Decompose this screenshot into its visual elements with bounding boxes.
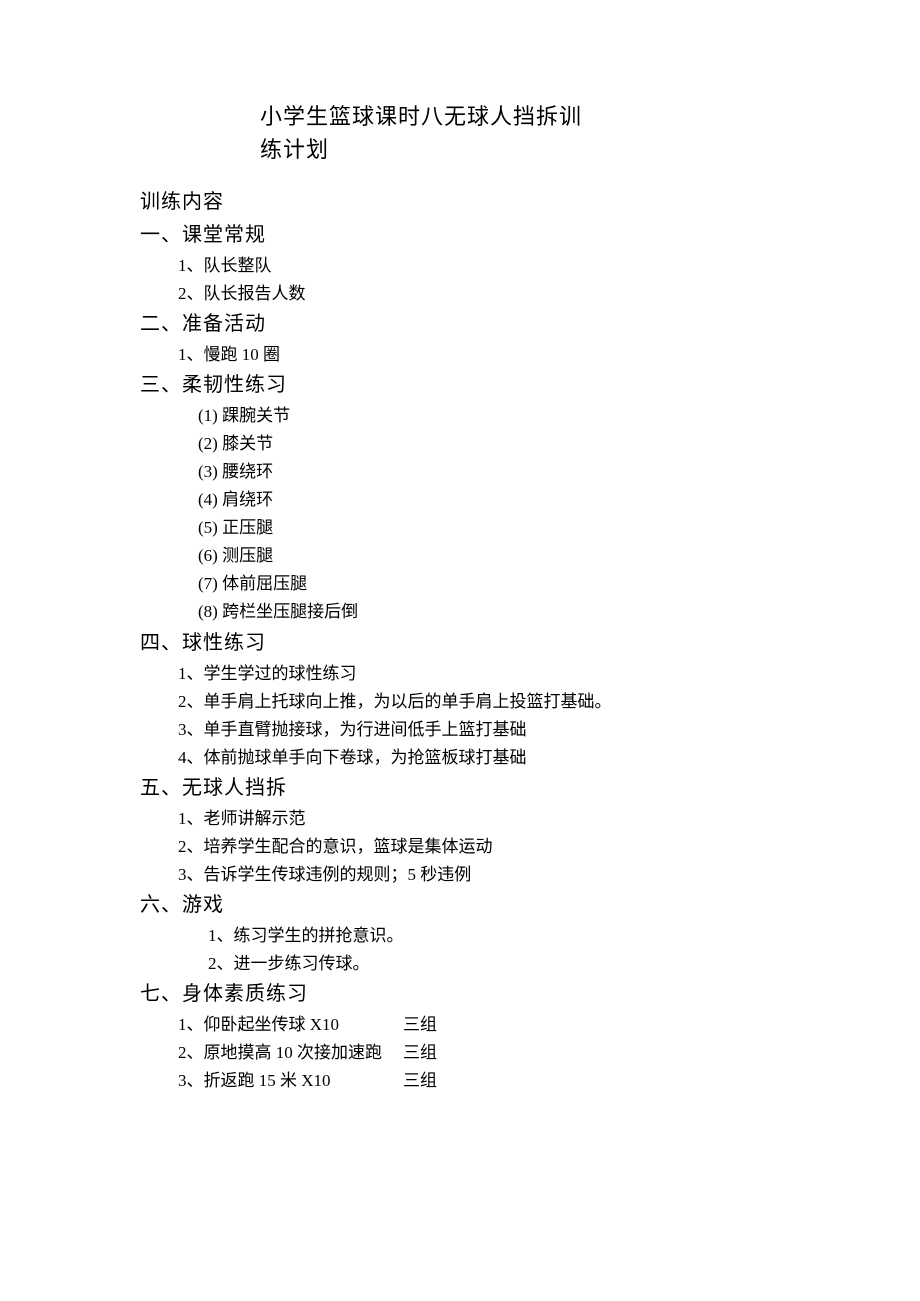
section-4-heading: 四、球性练习 <box>140 627 790 660</box>
section-1-heading: 一、课堂常规 <box>140 219 790 252</box>
exercise-sets: 三组 <box>403 1039 790 1067</box>
list-item: (4) 肩绕环 <box>140 486 790 514</box>
section-7-heading: 七、身体素质练习 <box>140 978 790 1011</box>
list-item: (8) 跨栏坐压腿接后倒 <box>140 598 790 626</box>
section-6-heading: 六、游戏 <box>140 889 790 922</box>
content-heading: 训练内容 <box>140 186 790 219</box>
list-item: (2) 膝关节 <box>140 430 790 458</box>
exercise-name: 3、折返跑 15 米 X10 <box>178 1067 403 1095</box>
list-item: 1、仰卧起坐传球 X10 三组 <box>140 1011 790 1039</box>
exercise-sets: 三组 <box>403 1011 790 1039</box>
list-item: (5) 正压腿 <box>140 514 790 542</box>
list-item: 2、培养学生配合的意识，篮球是集体运动 <box>140 833 790 861</box>
list-item: 2、原地摸高 10 次接加速跑 三组 <box>140 1039 790 1067</box>
list-item: 3、单手直臂抛接球，为行进间低手上篮打基础 <box>140 716 790 744</box>
list-item: 4、体前抛球单手向下卷球，为抢篮板球打基础 <box>140 744 790 772</box>
list-item: 2、进一步练习传球。 <box>140 950 790 978</box>
section-3-heading: 三、柔韧性练习 <box>140 369 790 402</box>
list-item: (7) 体前屈压腿 <box>140 570 790 598</box>
section-2-heading: 二、准备活动 <box>140 308 790 341</box>
list-item: 3、告诉学生传球违例的规则；5 秒违例 <box>140 861 790 889</box>
title-line-2: 练计划 <box>260 133 790 166</box>
list-item: 3、折返跑 15 米 X10 三组 <box>140 1067 790 1095</box>
exercise-name: 2、原地摸高 10 次接加速跑 <box>178 1039 403 1067</box>
list-item: 1、学生学过的球性练习 <box>140 660 790 688</box>
list-item: (1) 踝腕关节 <box>140 402 790 430</box>
list-item: 1、慢跑 10 圈 <box>140 341 790 369</box>
exercise-name: 1、仰卧起坐传球 X10 <box>178 1011 403 1039</box>
title-line-1: 小学生篮球课时八无球人挡拆训 <box>260 100 790 133</box>
list-item: 2、队长报告人数 <box>140 280 790 308</box>
list-item: (3) 腰绕环 <box>140 458 790 486</box>
exercise-sets: 三组 <box>403 1067 790 1095</box>
list-item: 2、单手肩上托球向上推，为以后的单手肩上投篮打基础。 <box>140 688 790 716</box>
list-item: (6) 测压腿 <box>140 542 790 570</box>
list-item: 1、队长整队 <box>140 252 790 280</box>
list-item: 1、老师讲解示范 <box>140 805 790 833</box>
list-item: 1、练习学生的拼抢意识。 <box>140 922 790 950</box>
document-title: 小学生篮球课时八无球人挡拆训 练计划 <box>260 100 790 166</box>
section-5-heading: 五、无球人挡拆 <box>140 772 790 805</box>
